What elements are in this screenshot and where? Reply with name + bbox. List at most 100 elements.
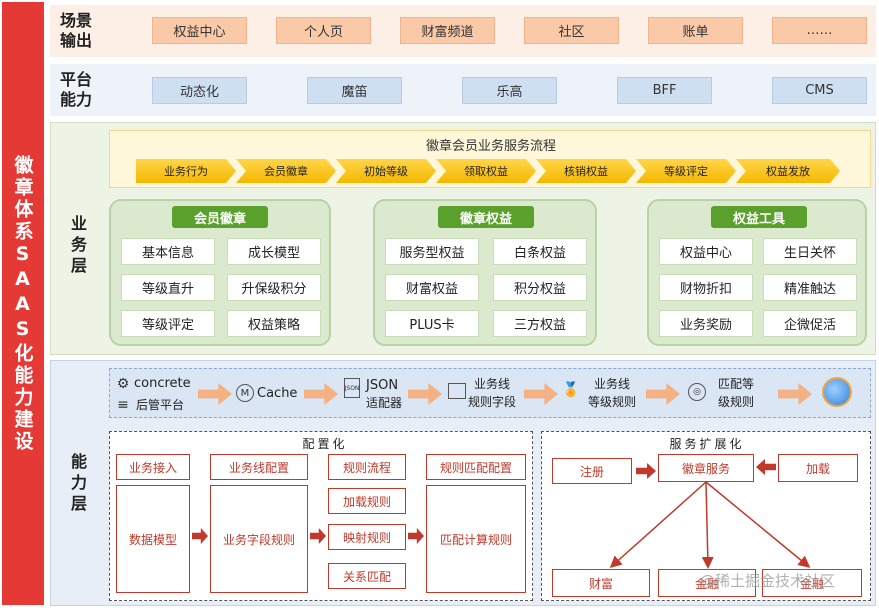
rule-match-config-box[interactable]: 规则匹配配置 [426, 454, 526, 480]
biz-rule-field-line1: 业务线 [474, 377, 511, 391]
concrete-label: concrete [134, 376, 191, 391]
gear-icon: ⚙ [116, 376, 130, 392]
cell-level-points[interactable]: 升保级积分 [227, 274, 321, 301]
pipeline-arrow-4 [524, 383, 558, 405]
cell-level-assessment[interactable]: 等级评定 [121, 310, 215, 337]
cell-benefit-center[interactable]: 权益中心 [659, 238, 753, 265]
business-layer: 业 务 层 徽章会员业务服务流程 业务行为 会员徽章 初始等级 领取权益 核销权… [50, 122, 876, 355]
flow-step-benefit-issue[interactable]: 权益发放 [736, 159, 840, 183]
cell-service-benefit[interactable]: 服务型权益 [385, 238, 479, 265]
scene-title-line2: 输出 [59, 31, 92, 50]
platform-title-line2: 能力 [59, 90, 92, 109]
cell-wecom-activation[interactable]: 企微促活 [763, 310, 857, 337]
watermark: @稀土掘金技术社区 [700, 572, 836, 590]
rule-flow-box[interactable]: 规则流程 [328, 454, 406, 480]
cell-baitiao-benefit[interactable]: 白条权益 [493, 238, 587, 265]
load-rule-box[interactable]: 加载规则 [328, 488, 406, 514]
scene-item-wealth-channel[interactable]: 财富频道 [400, 17, 495, 44]
group-badge-benefits: 徽章权益 服务型权益 白条权益 财富权益 积分权益 PLUS卡 三方权益 [373, 199, 597, 346]
cell-goods-discount[interactable]: 财物折扣 [659, 274, 753, 301]
cache-label: Cache [257, 386, 298, 401]
flow-step-business-action[interactable]: 业务行为 [136, 159, 236, 183]
scene-item-personal-page[interactable]: 个人页 [276, 17, 371, 44]
json-file-icon: JSON [344, 378, 360, 398]
group-member-badge-title: 会员徽章 [172, 206, 268, 228]
target-icon: ◎ [688, 383, 706, 401]
sidebar-banner: 徽章体系SAAS化能力建设 [2, 2, 44, 605]
flow-step-redeem-benefit[interactable]: 核销权益 [536, 159, 636, 183]
pipeline-arrow-6 [778, 383, 812, 405]
sidebar-label: 徽章体系SAAS化能力建设 [11, 154, 34, 453]
cell-points-benefit[interactable]: 积分权益 [493, 274, 587, 301]
cell-wealth-benefit[interactable]: 财富权益 [385, 274, 479, 301]
platform-layer: 平台 能力 动态化 魔笛 乐高 BFF CMS [50, 64, 876, 116]
admin-platform-label: 后管平台 [136, 398, 185, 412]
capability-layer-title: 能 力 层 [59, 451, 99, 514]
config-panel: 配置化 业务接入 数据模型 业务线配置 业务字段规则 规则流程 加载规则 映射规… [109, 431, 533, 601]
capability-title-char-2: 力 [70, 473, 87, 492]
scene-item-more[interactable]: …… [772, 17, 867, 44]
cell-plus-card[interactable]: PLUS卡 [385, 310, 479, 337]
briefcase-icon [448, 383, 466, 399]
pipeline-panel: ⚙ concrete ≡ 后管平台 M Cache JSON JSON 适配器 … [109, 368, 871, 418]
map-rule-box[interactable]: 映射规则 [328, 524, 406, 550]
biz-field-rule-box[interactable]: 业务字段规则 [210, 485, 308, 593]
flow-step-member-badge[interactable]: 会员徽章 [236, 159, 336, 183]
platform-title-line1: 平台 [59, 70, 92, 89]
business-title-char-1: 业 [70, 214, 87, 233]
cell-direct-level-up[interactable]: 等级直升 [121, 274, 215, 301]
config-arrow-3 [408, 528, 424, 544]
platform-item-modi[interactable]: 魔笛 [307, 77, 402, 104]
pipeline-arrow-3 [408, 383, 442, 405]
biz-rule-field-line2: 规则字段 [468, 395, 517, 409]
platform-item-lego[interactable]: 乐高 [462, 77, 557, 104]
match-rule-line2: 级规则 [718, 395, 755, 409]
level-rule-line1: 业务线 [594, 377, 631, 391]
scene-layer-title: 场景 输出 [56, 11, 96, 51]
group-benefit-tools-title: 权益工具 [711, 206, 807, 228]
cell-business-reward[interactable]: 业务奖励 [659, 310, 753, 337]
medal-icon: 🏅 [562, 382, 580, 398]
business-title-char-2: 务 [70, 235, 87, 254]
cell-birthday-care[interactable]: 生日关怀 [763, 238, 857, 265]
relation-match-box[interactable]: 关系匹配 [328, 563, 406, 589]
flow-step-initial-level[interactable]: 初始等级 [336, 159, 436, 183]
cell-third-party-benefit[interactable]: 三方权益 [493, 310, 587, 337]
scene-item-benefits-center[interactable]: 权益中心 [152, 17, 247, 44]
biz-line-config-box[interactable]: 业务线配置 [210, 454, 308, 480]
platform-layer-title: 平台 能力 [56, 70, 96, 110]
match-calc-rule-box[interactable]: 匹配计算规则 [426, 485, 526, 593]
business-layer-title: 业 务 层 [59, 213, 99, 276]
group-benefit-tools: 权益工具 权益中心 生日关怀 财物折扣 精准触达 业务奖励 企微促活 [647, 199, 867, 346]
biz-access-box[interactable]: 业务接入 [116, 454, 190, 480]
business-title-char-3: 层 [70, 256, 87, 275]
pipeline-arrow-5 [646, 383, 680, 405]
pipeline-arrow-1 [198, 383, 232, 405]
config-arrow-1 [192, 528, 208, 544]
match-rule-line1: 匹配等 [718, 377, 755, 391]
cell-precise-reach[interactable]: 精准触达 [763, 274, 857, 301]
platform-item-cms[interactable]: CMS [772, 77, 867, 104]
data-model-box[interactable]: 数据模型 [116, 485, 190, 593]
cell-growth-model[interactable]: 成长模型 [227, 238, 321, 265]
scene-layer: 场景 输出 权益中心 个人页 财富频道 社区 账单 …… [50, 5, 876, 57]
platform-item-bff[interactable]: BFF [617, 77, 712, 104]
cell-basic-info[interactable]: 基本信息 [121, 238, 215, 265]
scene-item-community[interactable]: 社区 [524, 17, 619, 44]
cell-benefit-strategy[interactable]: 权益策略 [227, 310, 321, 337]
scene-title-line1: 场景 [59, 11, 92, 30]
config-arrow-2 [310, 528, 326, 544]
group-badge-benefits-title: 徽章权益 [438, 206, 534, 228]
flow-step-level-assessment[interactable]: 等级评定 [636, 159, 736, 183]
scene-item-bill[interactable]: 账单 [648, 17, 743, 44]
capability-title-char-3: 层 [70, 494, 87, 513]
flow-panel: 徽章会员业务服务流程 业务行为 会员徽章 初始等级 领取权益 核销权益 等级评定… [109, 130, 871, 188]
capability-title-char-1: 能 [70, 452, 87, 471]
wealth-box[interactable]: 财富 [552, 569, 650, 597]
group-member-badge: 会员徽章 基本信息 成长模型 等级直升 升保级积分 等级评定 权益策略 [109, 199, 331, 346]
pipeline-arrow-2 [304, 383, 338, 405]
flow-title: 徽章会员业务服务流程 [425, 139, 556, 154]
platform-item-dynamic[interactable]: 动态化 [152, 77, 247, 104]
flow-step-claim-benefit[interactable]: 领取权益 [436, 159, 536, 183]
result-badge-icon [822, 377, 852, 407]
